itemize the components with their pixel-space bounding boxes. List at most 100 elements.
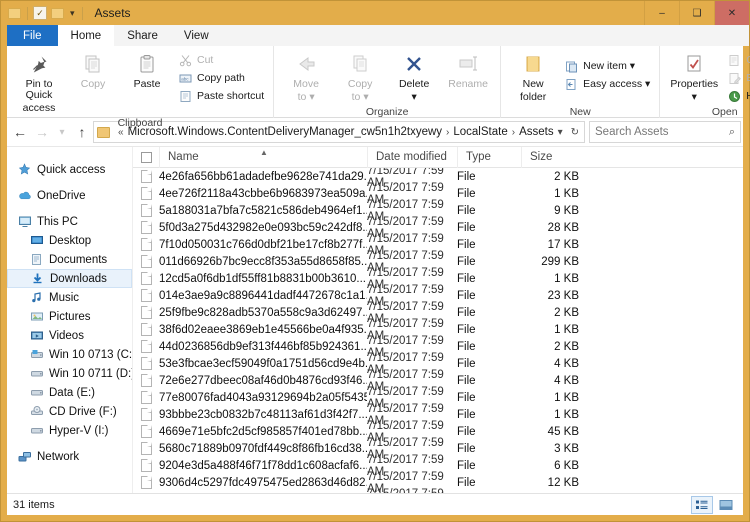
- sidebar-item-win-10-0711-d[interactable]: Win 10 0711 (D:): [7, 364, 132, 383]
- column-header-size[interactable]: Size: [521, 147, 587, 168]
- breadcrumb-item-assets[interactable]: Assets: [519, 126, 554, 138]
- copy-to-button[interactable]: Copy to ▾: [333, 49, 387, 105]
- sidebar-item-hyper-v-i[interactable]: Hyper-V (I:): [7, 421, 132, 440]
- file-size-cell: 9 KB: [554, 204, 579, 217]
- scissors-icon: [178, 53, 193, 68]
- column-header-type[interactable]: Type: [457, 147, 521, 168]
- pin-to-quick-access-button[interactable]: Pin to Quick access: [12, 49, 66, 116]
- easy-access-icon: [564, 77, 579, 92]
- chevron-down-icon[interactable]: ▾: [68, 8, 77, 19]
- copy-to-icon: [348, 51, 372, 77]
- file-size-cell: 12 KB: [547, 476, 579, 489]
- open-button[interactable]: Open ▾: [723, 51, 750, 69]
- large-icons-view-button[interactable]: [715, 496, 737, 514]
- rename-button[interactable]: Rename: [441, 49, 495, 92]
- file-type-cell: File: [457, 476, 476, 489]
- sort-ascending-icon: ▲: [260, 147, 268, 157]
- copy-path-button[interactable]: abc Copy path: [174, 69, 268, 87]
- button-label: Delete: [398, 78, 430, 90]
- new-item-button[interactable]: New item ▾: [560, 57, 654, 75]
- file-size-cell: 17 KB: [547, 238, 579, 251]
- maximize-button[interactable]: ❑: [679, 1, 714, 25]
- file-type-cell: File: [457, 221, 476, 234]
- pin-icon: [28, 51, 50, 77]
- easy-access-button[interactable]: Easy access ▾: [560, 75, 654, 93]
- file-name-cell: 7f10d050031c766d0dbf21be17cf8b277f...: [159, 238, 367, 251]
- button-label: Copy: [80, 78, 106, 90]
- tab-view[interactable]: View: [170, 25, 222, 46]
- tab-home[interactable]: Home: [57, 25, 115, 46]
- sidebar-item-documents[interactable]: Documents: [7, 250, 132, 269]
- breadcrumb-item-localstate[interactable]: LocalState: [453, 126, 507, 138]
- main-area: Quick access OneDrive This PC Desktop Do…: [7, 146, 743, 493]
- sidebar-item-label: This PC: [37, 215, 78, 228]
- sidebar-item-quick-access[interactable]: Quick access: [7, 160, 132, 179]
- file-icon: [133, 289, 159, 302]
- move-to-button[interactable]: Move to ▾: [279, 49, 333, 105]
- file-name-cell: 4e26fa656bb61adadefbe9628e741da29...: [159, 170, 367, 183]
- new-folder-icon: [522, 51, 544, 77]
- file-size-cell: 1 KB: [554, 323, 579, 336]
- copy-button[interactable]: Copy: [66, 49, 120, 92]
- close-button[interactable]: ✕: [714, 1, 749, 25]
- edit-button[interactable]: Edit: [723, 69, 750, 87]
- sidebar-item-downloads[interactable]: Downloads: [7, 269, 132, 288]
- paste-button[interactable]: Paste: [120, 49, 174, 92]
- file-type-cell: File: [457, 408, 476, 421]
- details-view-button[interactable]: [691, 495, 713, 514]
- column-header-date-modified[interactable]: Date modified: [367, 147, 457, 168]
- search-input[interactable]: Search Assets: [595, 126, 669, 138]
- file-name-cell: 44d0236856db9ef313f446bf85b924361...: [159, 340, 367, 353]
- paste-shortcut-icon: [178, 89, 193, 104]
- file-name-cell: 9204e3d5a488f46f71f78dd1c608acfaf6...: [159, 459, 367, 472]
- chevron-down-icon[interactable]: ▾: [554, 127, 567, 138]
- sidebar-item-cd-drive-f[interactable]: CD Drive (F:): [7, 402, 132, 421]
- windows-drive-icon: [29, 348, 44, 362]
- divider: [27, 6, 28, 20]
- folder-icon[interactable]: [50, 6, 65, 21]
- file-size-cell: 23 KB: [547, 289, 579, 302]
- file-type-cell: File: [457, 272, 476, 285]
- search-box[interactable]: Search Assets ⌕: [589, 121, 741, 143]
- history-button[interactable]: History: [723, 87, 750, 105]
- sidebar-item-win-10-0713-c[interactable]: Win 10 0713 (C:): [7, 345, 132, 364]
- sidebar-item-pictures[interactable]: Pictures: [7, 307, 132, 326]
- ribbon-group-organize: Move to ▾ Copy to ▾ Delete ▾ Rename Orga…: [273, 46, 500, 118]
- sidebar-item-label: Music: [49, 291, 80, 304]
- refresh-icon[interactable]: ↻: [567, 127, 583, 138]
- file-type-cell: File: [457, 289, 476, 302]
- column-header-name[interactable]: Name ▲: [159, 147, 367, 168]
- delete-button[interactable]: Delete ▾: [387, 49, 441, 105]
- file-size-cell: 2 KB: [554, 170, 579, 183]
- file-name-cell: 77e80076fad4043a93129694b2a05f5435...: [159, 391, 367, 404]
- file-name-cell: 38f6d02eaee3869eb1e45566be0a4f935...: [159, 323, 367, 336]
- sidebar-item-videos[interactable]: Videos: [7, 326, 132, 345]
- properties-button[interactable]: Properties ▾: [665, 49, 723, 105]
- button-label: Cut: [197, 54, 214, 66]
- tab-share[interactable]: Share: [114, 25, 171, 46]
- pc-icon: [17, 215, 32, 229]
- minimize-button[interactable]: –: [644, 1, 679, 25]
- paste-shortcut-button[interactable]: Paste shortcut: [174, 87, 268, 105]
- sidebar-item-this-pc[interactable]: This PC: [7, 212, 132, 231]
- cut-button[interactable]: Cut: [174, 51, 268, 69]
- new-folder-button[interactable]: New folder: [506, 49, 560, 105]
- file-size-cell: 1 KB: [554, 408, 579, 421]
- sidebar-item-data-e[interactable]: Data (E:): [7, 383, 132, 402]
- sidebar-item-network[interactable]: Network: [7, 447, 132, 466]
- file-type-cell: File: [457, 170, 476, 183]
- tab-filler: [221, 25, 749, 46]
- checkbox-icon[interactable]: ✓: [33, 6, 47, 20]
- sidebar-item-desktop[interactable]: Desktop: [7, 231, 132, 250]
- file-name-cell: 53e3fbcae3ecf59049f0a1751d56cd9e4b...: [159, 357, 367, 370]
- window-title: Assets: [94, 6, 131, 20]
- file-type-cell: File: [457, 357, 476, 370]
- sidebar-item-label: OneDrive: [37, 189, 86, 202]
- sidebar-item-onedrive[interactable]: OneDrive: [7, 186, 132, 205]
- select-all-checkbox[interactable]: [133, 147, 159, 168]
- sidebar-item-music[interactable]: Music: [7, 288, 132, 307]
- new-small-buttons: New item ▾ Easy access ▾: [560, 49, 654, 93]
- folder-icon[interactable]: [7, 6, 22, 21]
- tab-file[interactable]: File: [7, 25, 58, 46]
- sidebar-item-label: Hyper-V (I:): [49, 424, 109, 437]
